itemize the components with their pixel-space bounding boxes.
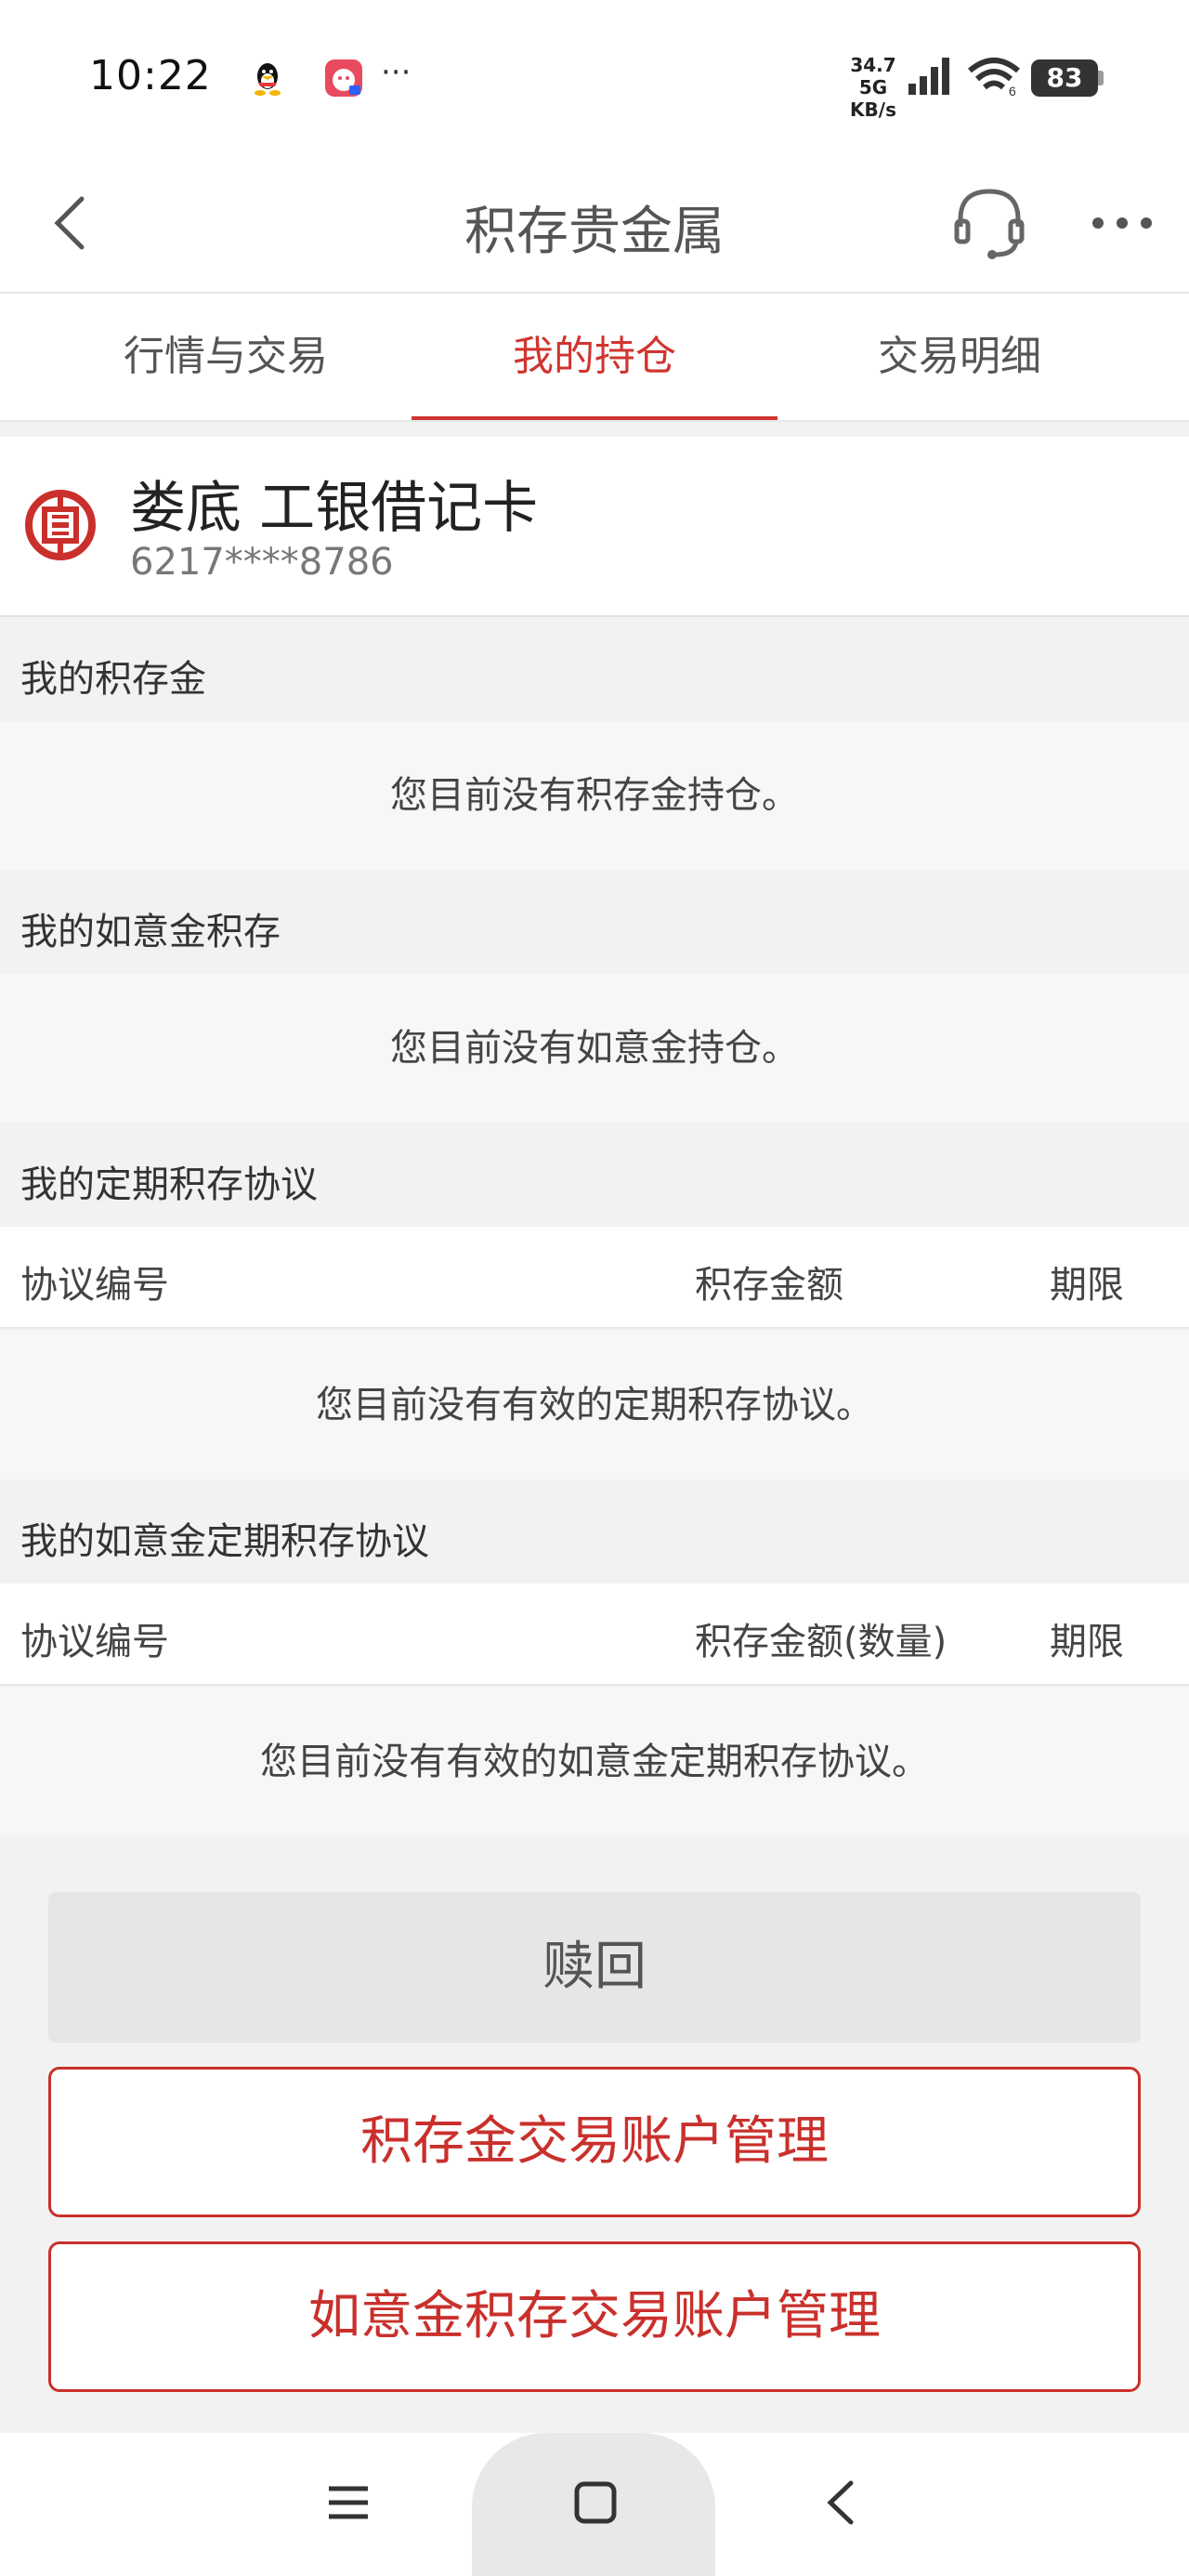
menu-icon [329, 2486, 368, 2519]
app-header: 积存贵金属 [0, 158, 1189, 292]
status-bar: 10:22 ··· 34.7 5G KB/s 6 83 [0, 0, 1189, 158]
column-header-term: 期限 [1050, 1264, 1124, 1307]
status-time: 10:22 [89, 52, 212, 99]
empty-message: 您目前没有积存金持仓。 [0, 721, 1189, 870]
empty-message: 您目前没有有效的定期积存协议。 [0, 1331, 1189, 1479]
customer-service-button[interactable] [947, 180, 1031, 264]
ruyi-account-manage-button[interactable]: 如意金积存交易账户管理 [48, 2241, 1141, 2392]
active-tab-indicator [412, 416, 777, 420]
section-gold-holdings: 我的积存金 [0, 619, 1189, 721]
svg-text:6: 6 [1009, 84, 1016, 97]
section-fixed-agreements: 我的定期积存协议 [0, 1124, 1189, 1227]
section-title: 我的定期积存协议 [20, 1163, 318, 1206]
gold-account-manage-button[interactable]: 积存金交易账户管理 [48, 2067, 1141, 2217]
tab-transaction-details[interactable]: 交易明细 [777, 294, 1143, 420]
section-ruyi-holdings: 我的如意金积存 [0, 872, 1189, 974]
section-title: 我的如意金积存 [20, 911, 281, 953]
headset-icon [954, 189, 1025, 259]
battery-indicator: 83 [1031, 59, 1098, 97]
section-ruyi-fixed-agreements: 我的如意金定期积存协议 [0, 1481, 1189, 1584]
wifi-icon: 6 [966, 56, 1026, 100]
column-header-term: 期限 [1050, 1621, 1124, 1663]
empty-message: 您目前没有如意金持仓。 [0, 974, 1189, 1123]
home-button[interactable] [572, 2479, 619, 2526]
card-number: 6217****8786 [130, 541, 394, 584]
tab-bar: 行情与交易 我的持仓 交易明细 [0, 292, 1189, 422]
redeem-button[interactable]: 赎回 [48, 1892, 1141, 2043]
column-header-amount-quantity: 积存金额(数量) [695, 1621, 947, 1663]
more-dots-icon [1092, 217, 1152, 229]
column-header-agreement-no: 协议编号 [20, 1621, 169, 1663]
bank-card-name: 娄底 工银借记卡 [130, 476, 539, 541]
recent-apps-button[interactable] [325, 2479, 372, 2526]
system-back-button[interactable] [817, 2477, 864, 2528]
chevron-left-icon [827, 2480, 854, 2525]
table-header: 协议编号 积存金额 期限 [0, 1227, 1189, 1329]
qq-notification-icon [247, 58, 288, 99]
square-home-icon [574, 2481, 617, 2524]
battery-tip [1098, 71, 1104, 85]
system-navigation-bar [0, 2433, 1189, 2576]
empty-message: 您目前没有有效的如意金定期积存协议。 [0, 1688, 1189, 1836]
account-card[interactable]: 娄底 工银借记卡 6217****8786 [0, 437, 1189, 617]
network-speed: 34.7 5G KB/s [850, 54, 896, 121]
column-header-amount: 积存金额 [695, 1264, 843, 1307]
section-title: 我的积存金 [20, 658, 206, 701]
tab-my-holdings[interactable]: 我的持仓 [412, 294, 777, 420]
icbc-logo-icon [24, 489, 97, 561]
tab-market-trade[interactable]: 行情与交易 [43, 294, 409, 420]
section-title: 我的如意金定期积存协议 [20, 1520, 429, 1563]
column-header-agreement-no: 协议编号 [20, 1264, 169, 1307]
cellular-signal-icon [907, 56, 959, 100]
more-options-button[interactable] [1087, 195, 1161, 251]
table-header: 协议编号 积存金额(数量) 期限 [0, 1584, 1189, 1686]
app-618-notification-icon [323, 58, 364, 99]
more-notifications-indicator: ··· [381, 54, 412, 91]
